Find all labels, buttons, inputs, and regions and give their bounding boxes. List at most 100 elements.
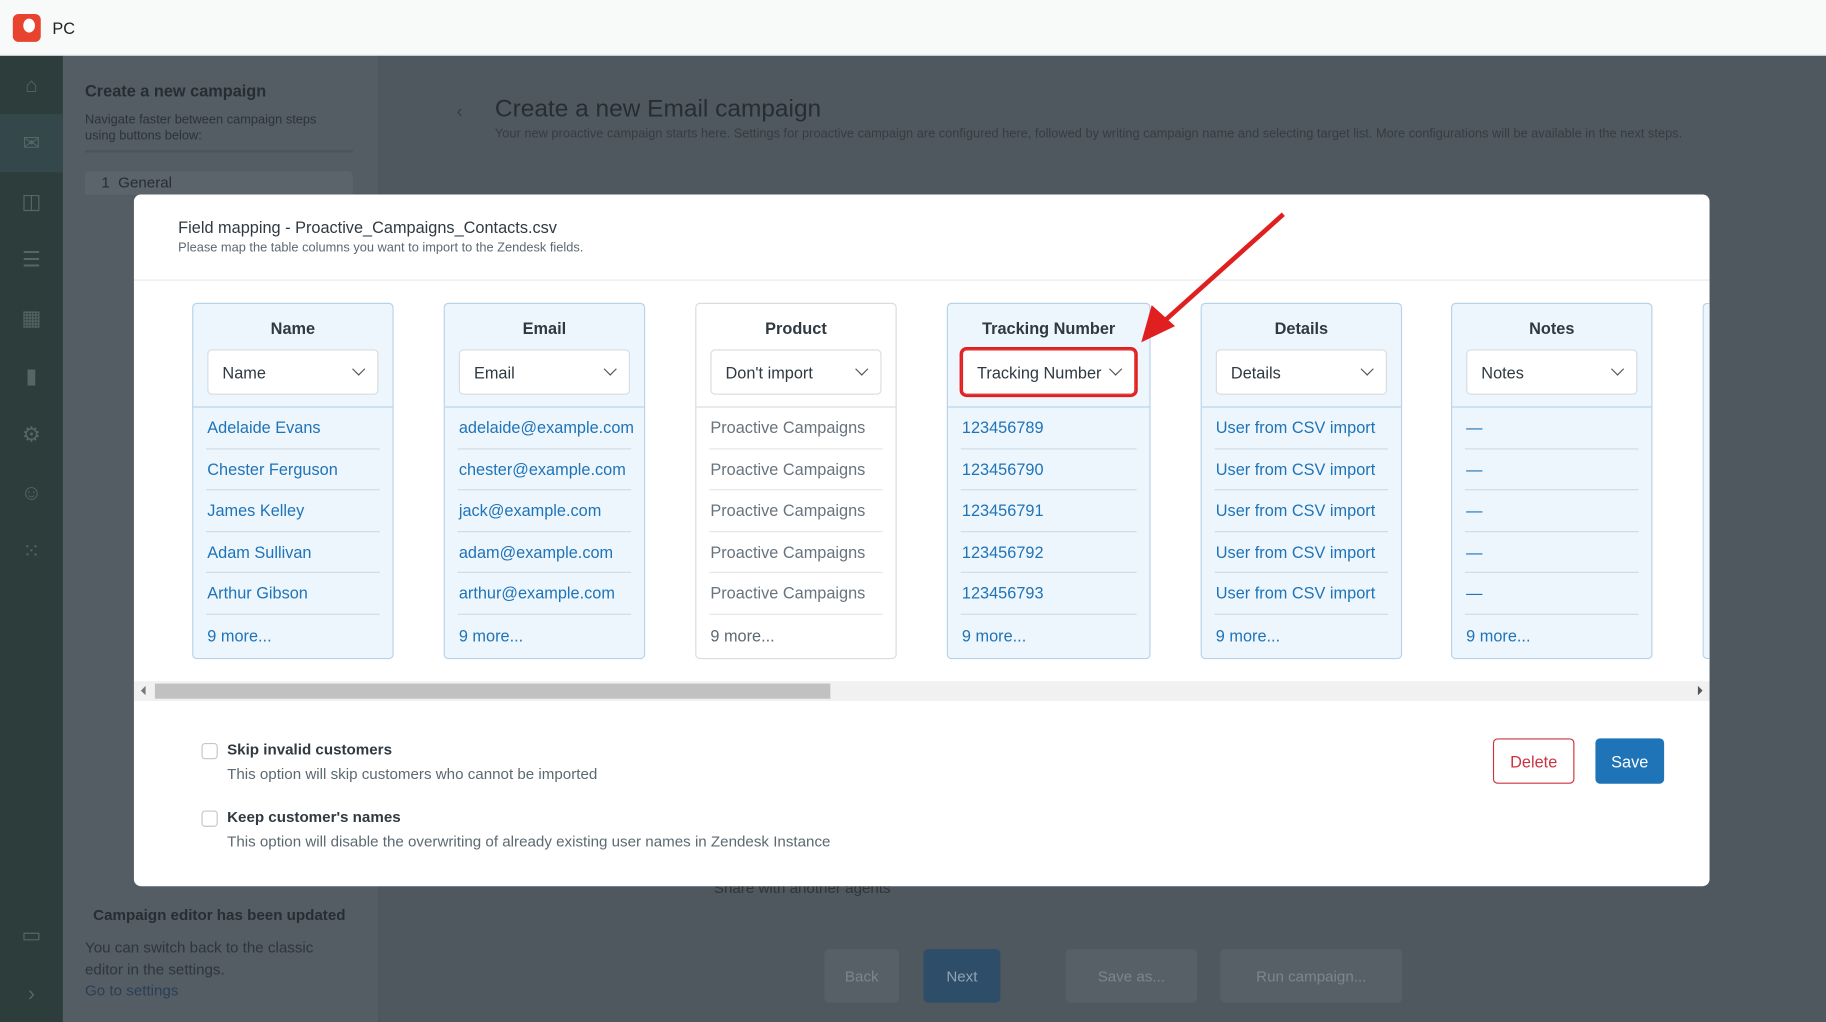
- selected-field: Notes: [1481, 362, 1524, 382]
- column-card: Details Details User from CSV import User …: [1200, 302, 1403, 660]
- field-mapping-select[interactable]: Don't import: [710, 349, 882, 395]
- scroll-left-icon[interactable]: [140, 685, 146, 696]
- column-value: Proactive Campaigns: [709, 532, 883, 573]
- column-card: Email Email adelaide@example.com chester@e…: [443, 302, 646, 660]
- show-more-link[interactable]: 9 more...: [1452, 614, 1651, 656]
- option-label: Keep customer's names: [227, 808, 401, 826]
- expand-icon[interactable]: ›: [0, 964, 63, 1022]
- selected-field: Don't import: [725, 362, 813, 382]
- show-more-link[interactable]: 9 more...: [1202, 614, 1401, 656]
- column-value: James Kelley: [206, 490, 380, 532]
- field-mapping-dialog: Field mapping - Proactive_Campaigns_Cont…: [133, 194, 1710, 887]
- mail-icon[interactable]: ✉: [0, 114, 63, 173]
- database-icon[interactable]: ☰: [0, 231, 63, 289]
- column-value: —: [1464, 449, 1639, 491]
- column-header: Product Don't import: [696, 304, 896, 408]
- skip-invalid-option: Skip invalid customers This option will s…: [201, 741, 597, 783]
- step-number: 1: [101, 173, 110, 191]
- widgets-icon[interactable]: ▦: [0, 289, 63, 347]
- column-value: Chester Ferguson: [206, 449, 380, 491]
- dialog-header: Field mapping - Proactive_Campaigns_Cont…: [133, 194, 1710, 281]
- column-header: Notes Notes: [1452, 304, 1652, 408]
- column-value: 123456790: [960, 449, 1137, 491]
- skip-invalid-checkbox[interactable]: [201, 742, 218, 760]
- column-value: Proactive Campaigns: [709, 490, 883, 532]
- column-value: —: [1464, 532, 1639, 573]
- shapes-icon[interactable]: ◫: [0, 172, 63, 230]
- save-as-button[interactable]: Save as...: [1065, 949, 1198, 1003]
- column-name: Name: [270, 319, 316, 338]
- back-chevron-icon[interactable]: ‹: [456, 102, 462, 123]
- column-header: Tracking Number Tracking Number: [947, 304, 1150, 408]
- save-button[interactable]: Save: [1595, 738, 1665, 784]
- partial-column: [1702, 302, 1710, 660]
- notice-body: You can switch back to the classic edito…: [85, 938, 314, 979]
- column-name: Email: [522, 319, 567, 338]
- page-title: Create a new Email campaign: [494, 95, 822, 123]
- field-mapping-select[interactable]: Name: [207, 349, 379, 395]
- chat-icon[interactable]: ▭: [0, 906, 63, 964]
- go-to-settings-link[interactable]: Go to settings: [85, 982, 178, 999]
- page-subtitle: Your new proactive campaign starts here.…: [494, 126, 1683, 141]
- chart-icon[interactable]: ▮: [0, 347, 63, 405]
- column-value: adelaide@example.com: [457, 408, 634, 449]
- column-value: 123456792: [960, 532, 1137, 573]
- show-more-link[interactable]: 9 more...: [193, 614, 392, 656]
- option-description: This option will skip customers who cann…: [227, 765, 598, 783]
- run-campaign-button[interactable]: Run campaign...: [1220, 949, 1403, 1003]
- back-button[interactable]: Back: [824, 949, 900, 1003]
- column-value: Adam Sullivan: [206, 532, 380, 573]
- column-card: Name Name Adelaide Evans Chester Ferguson J…: [192, 302, 394, 660]
- column-value: adam@example.com: [457, 532, 632, 573]
- column-value: jack@example.com: [457, 490, 632, 532]
- column-value: 123456789: [960, 408, 1137, 449]
- column-value: Proactive Campaigns: [709, 408, 883, 449]
- chevron-down-icon: [1610, 362, 1625, 376]
- horizontal-scrollbar[interactable]: [133, 681, 1710, 702]
- app-title: PC: [52, 18, 76, 37]
- field-mapping-select[interactable]: Tracking Number: [959, 347, 1138, 398]
- step-general[interactable]: 1 General: [85, 171, 353, 195]
- home-icon[interactable]: ⌂: [0, 56, 63, 114]
- column-card: Tracking Number Tracking Number 123456789…: [946, 302, 1151, 660]
- scrollbar-thumb[interactable]: [154, 683, 831, 699]
- field-mapping-select[interactable]: Details: [1215, 349, 1387, 395]
- selected-field: Email: [473, 362, 515, 382]
- users-icon[interactable]: ☺: [0, 463, 63, 521]
- chevron-down-icon: [352, 362, 366, 376]
- arrow-shaft: [1157, 212, 1285, 328]
- column-value: 123456793: [960, 573, 1137, 615]
- nav-rail: ⌂ ✉ ◫ ☰ ▦ ▮ ⚙ ☺ ⁙ ▭ ›: [0, 55, 63, 1022]
- keep-names-option: Keep customer's names This option will di…: [201, 808, 830, 850]
- dialog-subtitle: Please map the table columns you want to…: [178, 241, 584, 256]
- keep-names-checkbox[interactable]: [201, 810, 218, 827]
- column-name: Notes: [1529, 319, 1575, 338]
- show-more-link[interactable]: 9 more...: [445, 614, 644, 656]
- annotation-arrow: [1141, 212, 1285, 343]
- column-header: Name Name: [193, 304, 393, 408]
- scroll-right-icon[interactable]: [1697, 685, 1703, 696]
- option-description: This option will disable the overwriting…: [227, 832, 831, 851]
- selected-field: Name: [222, 362, 266, 382]
- gear-icon[interactable]: ⚙: [0, 405, 63, 463]
- column-value: arthur@example.com: [457, 573, 632, 615]
- app-logo: [12, 13, 41, 42]
- next-button[interactable]: Next: [923, 949, 1001, 1003]
- field-mapping-select[interactable]: Notes: [1466, 349, 1638, 395]
- column-value: —: [1464, 573, 1639, 615]
- delete-button[interactable]: Delete: [1492, 738, 1575, 784]
- top-bar: PC: [0, 0, 1826, 56]
- column-value: Proactive Campaigns: [709, 573, 883, 615]
- selected-field: Details: [1230, 362, 1281, 382]
- divider: [85, 150, 353, 153]
- show-more-link[interactable]: 9 more...: [948, 614, 1149, 656]
- column-value: Arthur Gibson: [206, 573, 380, 615]
- apps-icon[interactable]: ⁙: [0, 522, 63, 580]
- option-label: Skip invalid customers: [227, 740, 392, 759]
- dialog-title: Field mapping - Proactive_Campaigns_Cont…: [178, 217, 557, 237]
- chevron-down-icon: [1109, 362, 1123, 376]
- column-name: Product: [765, 319, 827, 338]
- field-mapping-select[interactable]: Email: [458, 349, 631, 395]
- column-value: User from CSV import: [1214, 449, 1389, 491]
- show-more-link[interactable]: 9 more...: [696, 614, 895, 656]
